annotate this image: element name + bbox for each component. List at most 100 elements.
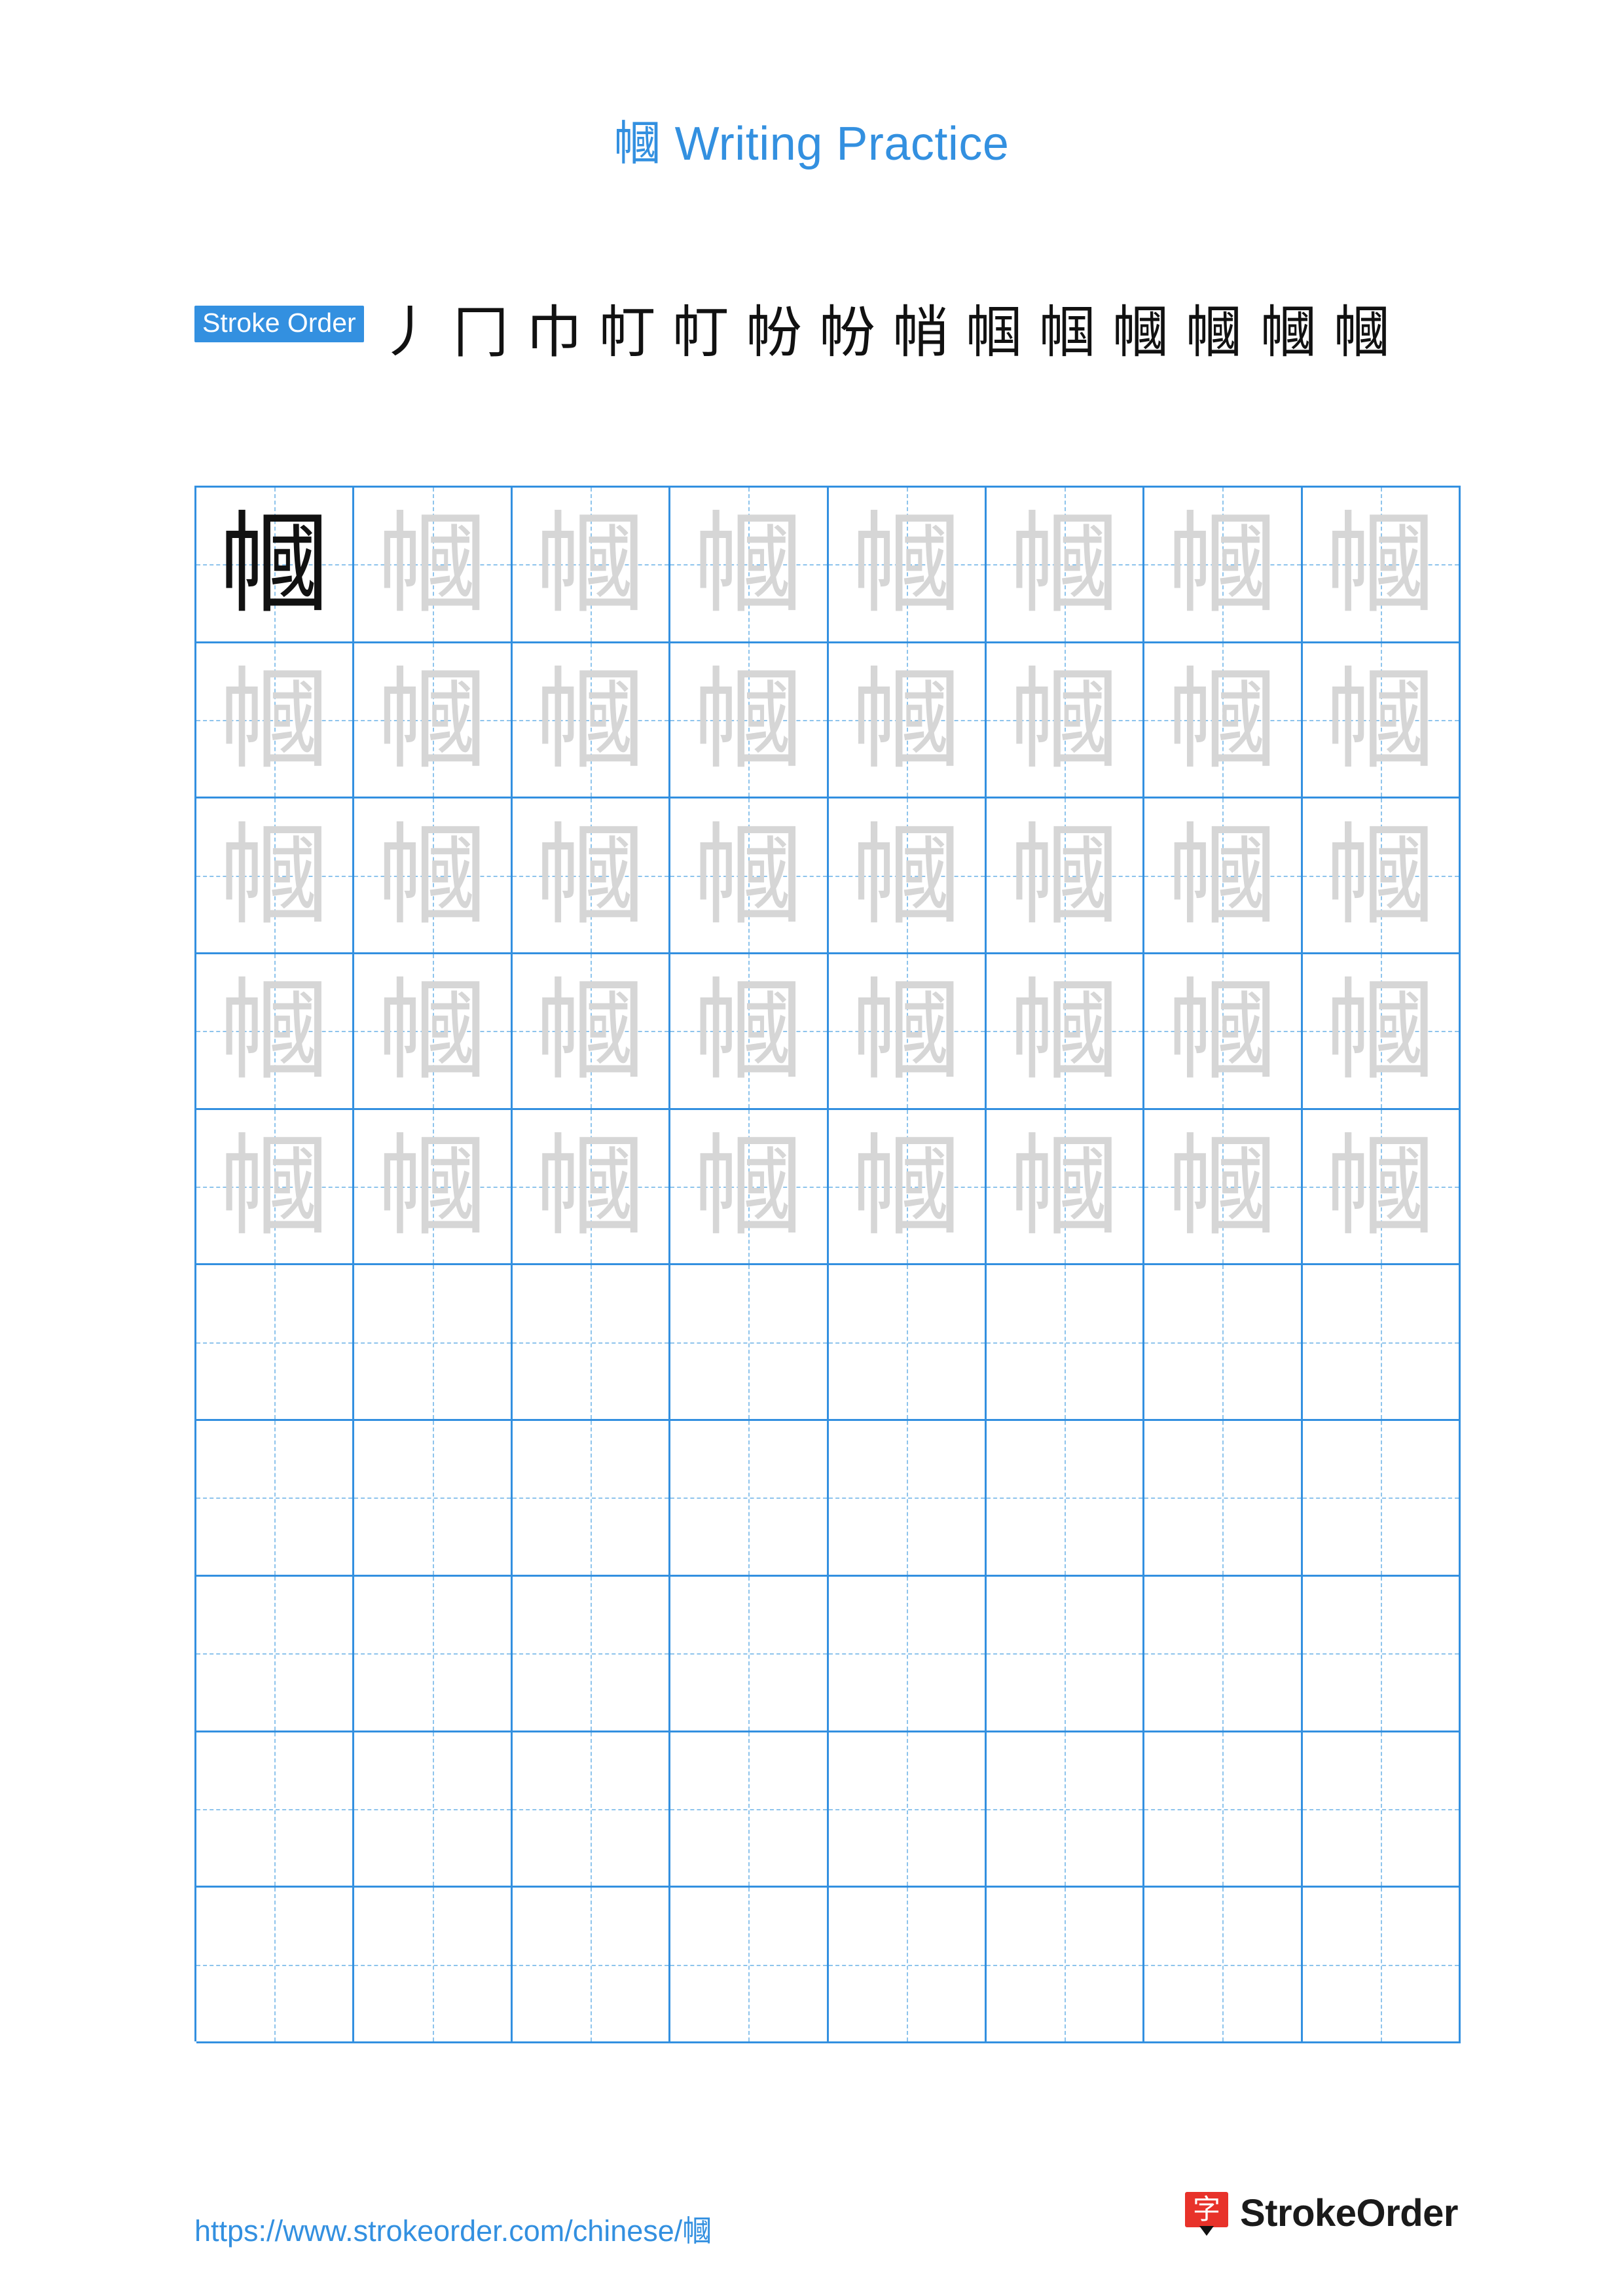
practice-cell[interactable]	[354, 1732, 513, 1888]
practice-cell-character: 幗	[377, 811, 488, 940]
practice-cell[interactable]: 幗	[512, 798, 671, 955]
practice-grid-row: 幗幗幗幗幗幗幗幗	[196, 798, 1461, 955]
practice-cell[interactable]	[828, 1732, 987, 1888]
practice-cell[interactable]: 幗	[828, 798, 987, 955]
practice-cell-character: 幗	[851, 1122, 962, 1251]
practice-cell[interactable]	[1302, 1732, 1461, 1888]
practice-cell-character: 幗	[851, 811, 962, 940]
practice-cell-character: 幗	[219, 1122, 330, 1251]
practice-cell[interactable]: 幗	[670, 798, 829, 955]
practice-cell[interactable]	[828, 1576, 987, 1732]
practice-cell[interactable]: 幗	[1144, 1109, 1303, 1266]
practice-cell[interactable]	[1144, 1576, 1303, 1732]
practice-cell[interactable]	[670, 1265, 829, 1422]
practice-cell[interactable]	[670, 1421, 829, 1577]
practice-cell-character: 幗	[1167, 1122, 1278, 1251]
practice-cell[interactable]	[986, 1732, 1145, 1888]
practice-cell[interactable]	[1144, 1732, 1303, 1888]
practice-cell[interactable]: 幗	[828, 643, 987, 799]
practice-cell[interactable]	[828, 1265, 987, 1422]
practice-cell[interactable]: 幗	[986, 643, 1145, 799]
practice-cell[interactable]	[512, 1888, 671, 2043]
practice-cell[interactable]	[196, 1732, 355, 1888]
practice-cell[interactable]	[670, 1888, 829, 2043]
practice-cell[interactable]: 幗	[828, 488, 987, 643]
practice-cell[interactable]	[1302, 1421, 1461, 1577]
practice-cell[interactable]	[828, 1888, 987, 2043]
practice-cell[interactable]: 幗	[512, 1109, 671, 1266]
practice-cell[interactable]	[1302, 1265, 1461, 1422]
practice-cell[interactable]	[196, 1265, 355, 1422]
practice-cell-character: 幗	[1325, 500, 1436, 629]
footer-url-link[interactable]: https://www.strokeorder.com/chinese/幗	[194, 2207, 712, 2250]
practice-cell[interactable]: 幗	[1302, 954, 1461, 1110]
practice-cell[interactable]: 幗	[1144, 954, 1303, 1110]
practice-cell[interactable]: 幗	[512, 954, 671, 1110]
practice-cell[interactable]	[828, 1421, 987, 1577]
practice-cell[interactable]: 幗	[512, 643, 671, 799]
practice-cell-character: 幗	[1010, 811, 1120, 940]
practice-cell[interactable]: 幗	[512, 488, 671, 643]
practice-cell[interactable]: 幗	[1302, 798, 1461, 955]
practice-cell[interactable]	[986, 1576, 1145, 1732]
practice-cell[interactable]: 幗	[986, 1109, 1145, 1266]
brand-name: StrokeOrder	[1240, 2192, 1458, 2234]
practice-cell[interactable]	[354, 1888, 513, 2043]
practice-cell[interactable]	[196, 1888, 355, 2043]
practice-cell[interactable]: 幗	[354, 1109, 513, 1266]
practice-cell[interactable]: 幗	[1302, 1109, 1461, 1266]
practice-cell[interactable]: 幗	[1144, 798, 1303, 955]
practice-cell-character: 幗	[693, 500, 804, 629]
stroke-order-label: Stroke Order	[194, 305, 364, 342]
practice-cell[interactable]	[670, 1732, 829, 1888]
practice-cell[interactable]: 幗	[670, 954, 829, 1110]
practice-cell[interactable]: 幗	[986, 954, 1145, 1110]
practice-cell[interactable]: 幗	[670, 488, 829, 643]
practice-cell[interactable]: 幗	[354, 954, 513, 1110]
practice-cell[interactable]	[354, 1265, 513, 1422]
practice-cell[interactable]	[986, 1265, 1145, 1422]
practice-cell[interactable]: 幗	[1302, 643, 1461, 799]
practice-cell[interactable]	[1302, 1888, 1461, 2043]
practice-cell[interactable]	[512, 1421, 671, 1577]
practice-cell[interactable]	[1144, 1265, 1303, 1422]
practice-grid-row	[196, 1888, 1461, 2043]
practice-cell[interactable]	[986, 1888, 1145, 2043]
practice-cell-character: 幗	[1010, 967, 1120, 1096]
practice-cell[interactable]	[1144, 1888, 1303, 2043]
practice-cell[interactable]	[196, 1421, 355, 1577]
practice-cell[interactable]: 幗	[670, 643, 829, 799]
practice-cell[interactable]	[512, 1732, 671, 1888]
practice-cell-character: 幗	[851, 500, 962, 629]
practice-cell[interactable]: 幗	[986, 798, 1145, 955]
practice-cell[interactable]: 幗	[196, 643, 355, 799]
practice-cell[interactable]	[1144, 1421, 1303, 1577]
practice-cell[interactable]: 幗	[670, 1109, 829, 1266]
practice-cell[interactable]: 幗	[986, 488, 1145, 643]
practice-cell[interactable]	[354, 1576, 513, 1732]
stroke-step: 帼	[966, 300, 1023, 365]
practice-cell[interactable]: 幗	[1144, 488, 1303, 643]
practice-cell[interactable]: 幗	[196, 954, 355, 1110]
practice-cell[interactable]: 幗	[354, 643, 513, 799]
practice-cell[interactable]: 幗	[196, 1109, 355, 1266]
practice-cell[interactable]	[512, 1265, 671, 1422]
practice-cell[interactable]: 幗	[196, 488, 355, 643]
practice-cell[interactable]: 幗	[828, 954, 987, 1110]
practice-cell[interactable]: 幗	[828, 1109, 987, 1266]
brand-logo: 字 StrokeOrder	[1185, 2191, 1458, 2236]
practice-cell[interactable]	[512, 1576, 671, 1732]
practice-cell[interactable]	[196, 1576, 355, 1732]
practice-cell[interactable]: 幗	[1144, 643, 1303, 799]
practice-cell-character: 幗	[1167, 967, 1278, 1096]
practice-cell[interactable]	[986, 1421, 1145, 1577]
practice-cell[interactable]	[670, 1576, 829, 1732]
practice-cell[interactable]: 幗	[196, 798, 355, 955]
practice-cell[interactable]	[354, 1421, 513, 1577]
practice-cell[interactable]: 幗	[354, 488, 513, 643]
practice-cell[interactable]: 幗	[1302, 488, 1461, 643]
practice-cell[interactable]	[1302, 1576, 1461, 1732]
stroke-order-section: Stroke Order 丿 冂 巾 帄 帄 帉 帉 帩 帼 帼 幗 幗 幗 幗	[194, 296, 1438, 369]
practice-cell[interactable]: 幗	[354, 798, 513, 955]
practice-cell-character: 幗	[535, 656, 646, 785]
